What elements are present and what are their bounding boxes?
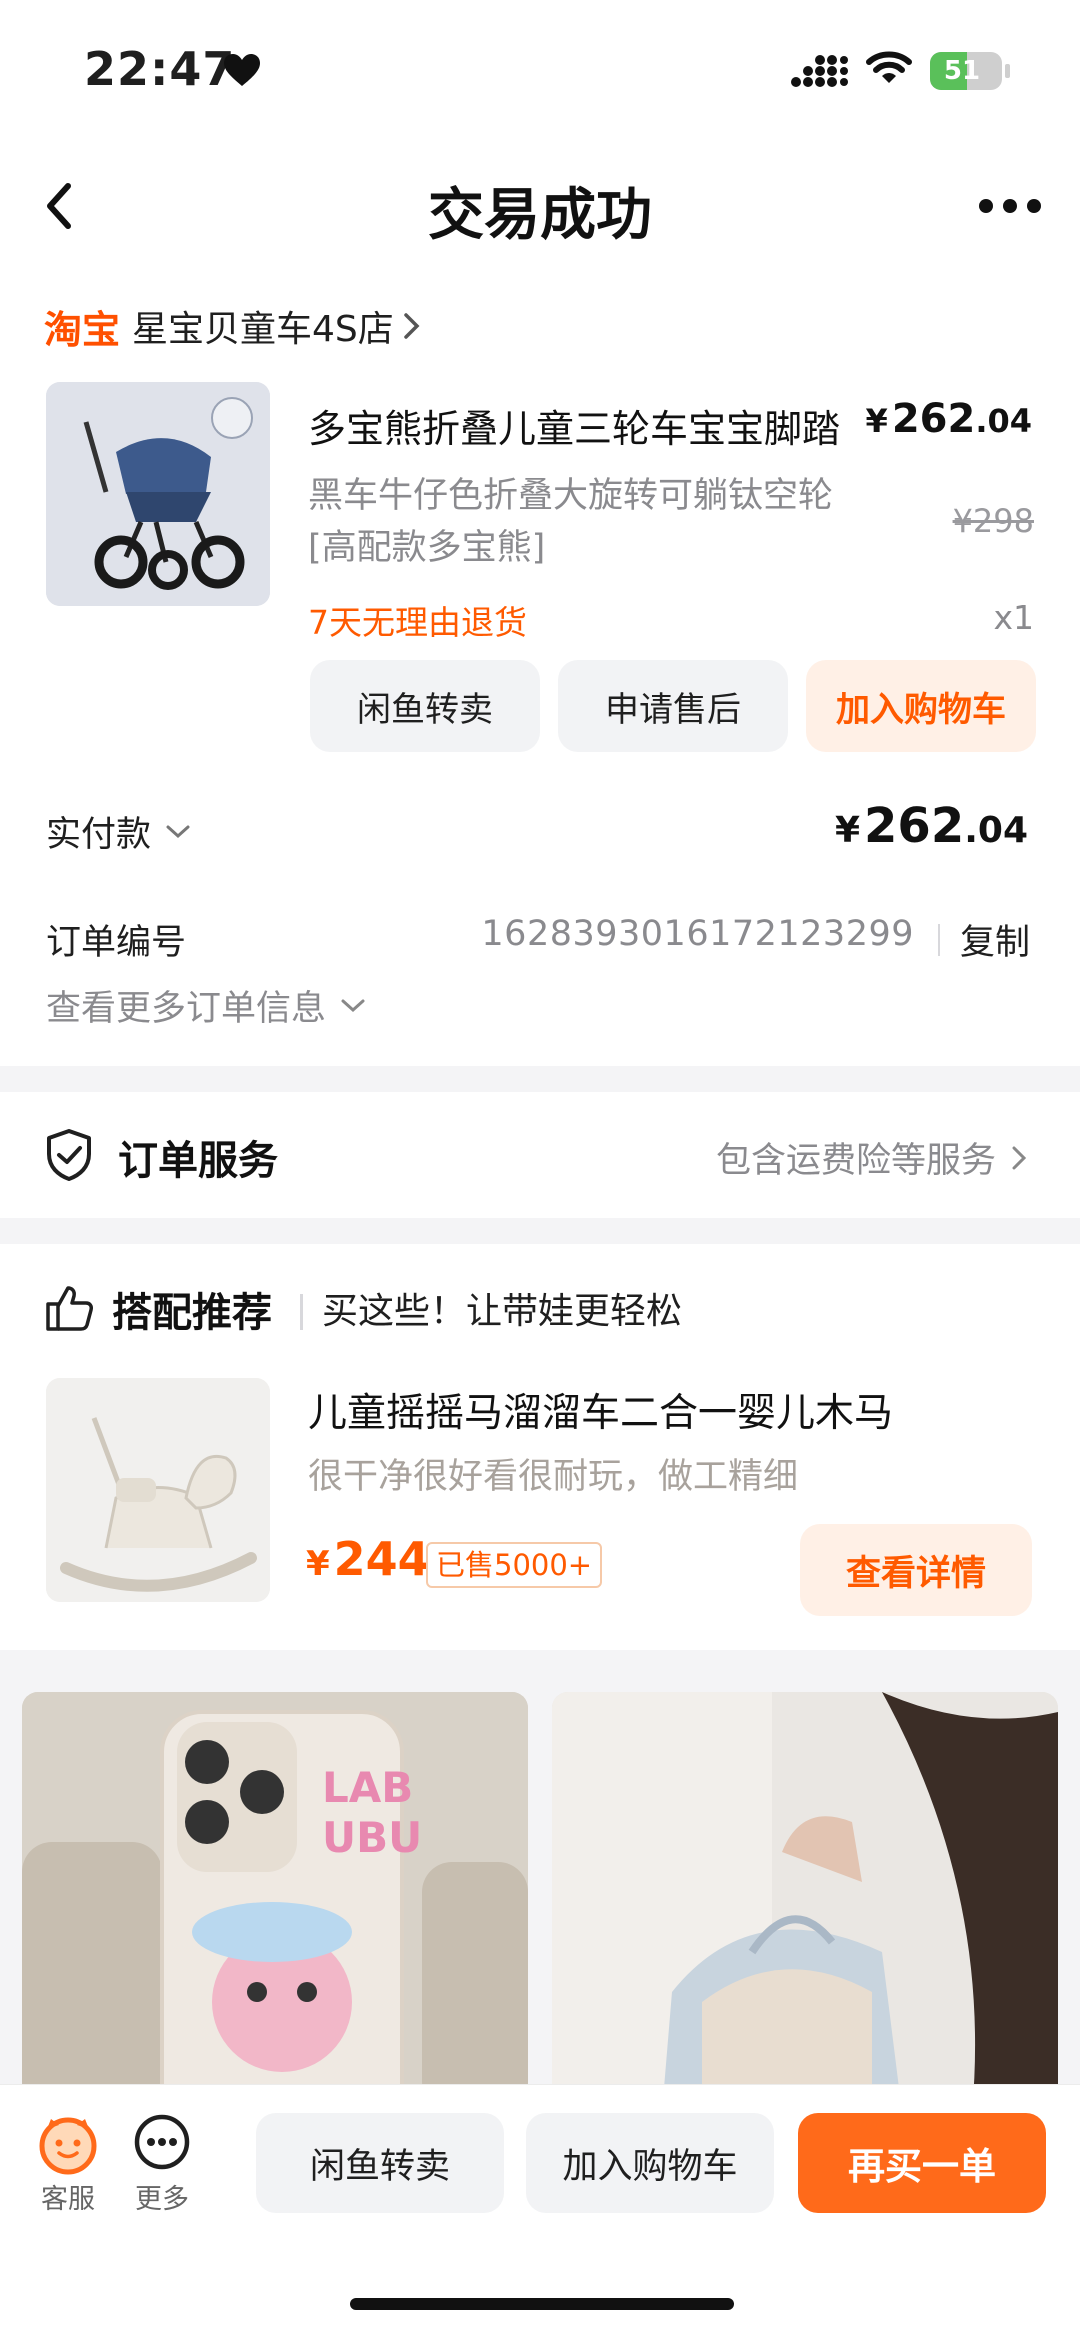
product-spec-line: [高配款多宝熊] xyxy=(308,528,546,568)
sold-count-badge: 已售5000+ xyxy=(426,1542,603,1588)
recommended-product-image[interactable] xyxy=(46,1378,270,1602)
rec-price-value: 244 xyxy=(333,1532,430,1586)
product-spec-line: 黑车牛仔色折叠大旋转可躺钛空轮 xyxy=(308,476,834,516)
battery-body: 51 xyxy=(930,52,1002,90)
rocking-horse-illustration xyxy=(46,1378,270,1602)
price-currency: ¥ xyxy=(865,402,888,440)
more-dots-icon[interactable] xyxy=(978,196,1042,216)
divider xyxy=(300,1294,303,1330)
handbag-photo xyxy=(552,1692,1058,2112)
recommendation-subtitle: 买这些！让带娃更轻松 xyxy=(322,1291,683,1332)
cellular-signal-icon xyxy=(791,55,848,87)
chevron-down-icon xyxy=(166,825,190,838)
home-indicator xyxy=(350,2298,734,2310)
battery-tip xyxy=(1005,64,1010,78)
product-title[interactable]: 多宝熊折叠儿童三轮车宝宝脚踏 xyxy=(308,398,878,453)
more-order-info-label: 查看更多订单信息 xyxy=(46,989,327,1029)
customer-service-button[interactable] xyxy=(28,2113,108,2179)
order-service-title: 订单服务 xyxy=(118,1138,278,1184)
order-service-desc-text: 包含运费险等服务 xyxy=(715,1141,996,1181)
original-price: ¥298 xyxy=(952,502,1034,540)
buy-again-button[interactable]: 再买一单 xyxy=(798,2113,1046,2213)
order-number-label: 订单编号 xyxy=(46,923,187,963)
paid-label: 实付款 xyxy=(46,815,152,855)
tricycle-illustration xyxy=(46,382,270,606)
resell-button[interactable]: 闲鱼转卖 xyxy=(256,2113,504,2213)
rec-price-currency: ¥ xyxy=(306,1544,330,1584)
phone-case-photo: LAB UBU xyxy=(22,1692,528,2112)
customer-service-icon xyxy=(39,2117,97,2175)
paid-decimal: .04 xyxy=(964,810,1028,851)
page-title: 交易成功 xyxy=(428,183,652,248)
svg-text:UBU: UBU xyxy=(322,1813,422,1862)
recommendation-card: 搭配推荐 买这些！让带娃更轻松 儿童摇摇马溜溜车二合一婴儿木马 很干净很好看很耐… xyxy=(0,1244,1080,1650)
customer-service-label: 客服 xyxy=(41,2184,95,2215)
recommended-product-desc: 很干净很好看很耐玩，做工精细 xyxy=(308,1457,799,1497)
store-name: 星宝贝童车4S店 xyxy=(132,309,394,350)
price-integer: 262 xyxy=(891,396,976,442)
order-service-card[interactable]: 订单服务 包含运费险等服务 xyxy=(0,1092,1080,1218)
feed-card-phone-case[interactable]: LAB UBU xyxy=(22,1692,528,2112)
more-options-label: 更多 xyxy=(135,2184,189,2215)
copy-order-number-button[interactable]: 复制 xyxy=(960,914,1030,965)
product-spec: 黑车牛仔色折叠大旋转可躺钛空轮 [高配款多宝熊] xyxy=(308,470,868,574)
more-circle-icon xyxy=(134,2114,190,2170)
taobao-brand-label: 淘宝 xyxy=(44,307,121,352)
chevron-down-icon xyxy=(341,999,365,1012)
battery-percent: 51 xyxy=(943,56,981,86)
divider xyxy=(938,924,940,956)
paid-amount-toggle[interactable]: 实付款 xyxy=(46,806,191,857)
recommended-product-price: ¥244 xyxy=(306,1532,430,1586)
view-details-button[interactable]: 查看详情 xyxy=(800,1524,1032,1616)
wifi-icon xyxy=(866,51,912,83)
quantity: x1 xyxy=(993,598,1034,637)
store-link[interactable]: 淘宝 星宝贝童车4S店 xyxy=(44,298,422,354)
return-policy-label: 7天无理由退货 xyxy=(308,603,527,642)
order-number: 1628393016172123299 xyxy=(481,914,914,954)
product-price: ¥262.04 xyxy=(866,396,1032,442)
resell-button[interactable]: 闲鱼转卖 xyxy=(310,660,540,752)
add-to-cart-button[interactable]: 加入购物车 xyxy=(526,2113,774,2213)
after-sale-button[interactable]: 申请售后 xyxy=(558,660,788,752)
paid-integer: 262 xyxy=(864,798,965,854)
more-options-button[interactable] xyxy=(122,2113,202,2175)
paid-currency: ¥ xyxy=(834,810,861,851)
recommendation-title: 搭配推荐 xyxy=(112,1290,272,1336)
shield-check-icon xyxy=(47,1129,91,1181)
feed-card-handbag[interactable] xyxy=(552,1692,1058,2112)
more-order-info-toggle[interactable]: 查看更多订单信息 xyxy=(46,980,366,1031)
chevron-right-icon xyxy=(404,313,420,339)
price-decimal: .04 xyxy=(975,402,1032,440)
chevron-right-icon xyxy=(1012,1146,1027,1169)
thumbs-up-icon xyxy=(46,1286,93,1331)
heart-icon xyxy=(224,54,260,86)
status-time: 22:47 xyxy=(84,42,236,96)
battery-indicator: 51 xyxy=(930,52,1010,90)
recommended-product-name[interactable]: 儿童摇摇马溜溜车二合一婴儿木马 xyxy=(308,1382,893,1438)
order-service-desc: 包含运费险等服务 xyxy=(716,1132,1028,1183)
paid-amount: ¥262.04 xyxy=(835,798,1028,854)
product-image[interactable] xyxy=(46,382,270,606)
add-to-cart-button[interactable]: 加入购物车 xyxy=(806,660,1036,752)
svg-text:LAB: LAB xyxy=(322,1763,413,1812)
